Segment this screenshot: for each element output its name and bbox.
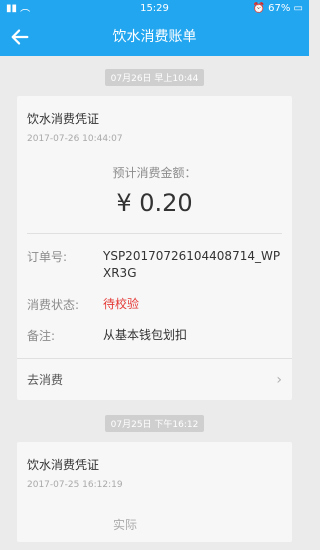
go-consume-label: 去消费	[27, 373, 64, 387]
card-title: 饮水消费凭证	[27, 112, 100, 126]
note-label: 备注:	[27, 329, 56, 343]
note-row: 备注: 从基本钱包划扣	[17, 327, 292, 344]
time-separator: 07月26日 早上10:44	[17, 66, 292, 86]
time-separator-label: 07月25日 下午16:12	[104, 415, 205, 432]
status-label: 消费状态:	[27, 298, 80, 312]
go-consume-button[interactable]: 去消费 ›	[17, 358, 292, 400]
note-value: 从基本钱包划扣	[103, 328, 188, 342]
amount-label: 预计消费金额：	[112, 166, 197, 180]
order-row: 订单号: YSP20170726104408714_WPXR3G	[17, 248, 292, 282]
consumption-card: 饮水消费凭证 2017-07-25 16:12:19 实际	[17, 442, 292, 542]
alarm-icon: ⏰	[252, 3, 265, 14]
card-datetime: 2017-07-26 10:44:07	[27, 134, 123, 144]
battery-percent: 67%	[268, 3, 291, 14]
card-datetime: 2017-07-25 16:12:19	[27, 480, 123, 490]
order-label: 订单号:	[27, 250, 68, 264]
card-title: 饮水消费凭证	[27, 458, 100, 472]
amount-value: ¥ 0.20	[116, 189, 193, 217]
time-separator: 07月25日 下午16:12	[17, 412, 292, 432]
status-right: ⏰ 67% ▭	[252, 0, 303, 18]
order-number: YSP20170726104408714_WPXR3G	[103, 249, 281, 280]
status-value: 待校验	[103, 297, 140, 311]
status-bar: ▮▮ ︵ 15:29 ⏰ 67% ▭	[0, 0, 309, 18]
page-title: 饮水消费账单	[112, 29, 197, 45]
divider	[27, 233, 282, 234]
app-bar: 饮水消费账单	[0, 18, 309, 56]
time-separator-label: 07月26日 早上10:44	[104, 69, 205, 86]
chevron-right-icon: ›	[276, 371, 282, 388]
consumption-card: 饮水消费凭证 2017-07-26 10:44:07 预计消费金额： ¥ 0.2…	[17, 96, 292, 400]
records-list: 07月26日 早上10:44 饮水消费凭证 2017-07-26 10:44:0…	[0, 56, 309, 542]
amount-label: 实际	[113, 518, 138, 532]
battery-icon: ▭	[293, 3, 303, 14]
status-row: 消费状态: 待校验	[17, 296, 292, 313]
